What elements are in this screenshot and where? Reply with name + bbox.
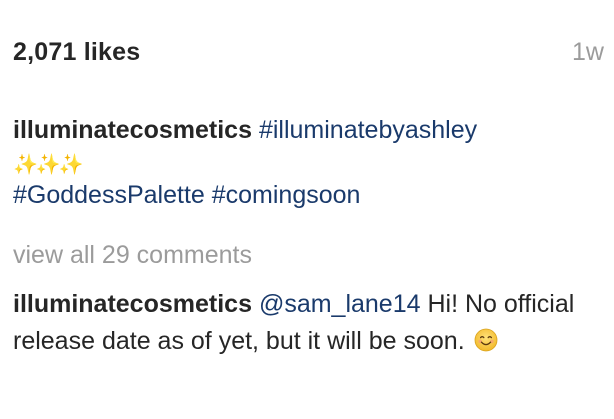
sparkles-emoji: ✨✨✨ [13, 154, 84, 176]
comment-username[interactable]: illuminatecosmetics [13, 290, 252, 318]
likes-row: 2,071 likes 1w [13, 30, 604, 74]
hashtag-illuminatebyashley[interactable]: #illuminatebyashley [259, 116, 477, 144]
post-timestamp[interactable]: 1w [572, 30, 604, 74]
comment-item: illuminatecosmetics @sam_lane14 Hi! No o… [13, 286, 594, 360]
likes-count[interactable]: 2,071 likes [13, 30, 140, 74]
comment-mention[interactable]: @sam_lane14 [259, 290, 421, 318]
hashtag-comingsoon[interactable]: #comingsoon [212, 181, 361, 209]
post-meta: 2,071 likes 1w illuminatecosmetics #illu… [13, 0, 604, 419]
caption-username[interactable]: illuminatecosmetics [13, 116, 252, 144]
post-caption: illuminatecosmetics #illuminatebyashley … [13, 112, 604, 214]
view-all-comments-link[interactable]: view all 29 comments [13, 235, 252, 275]
hashtag-goddesspalette[interactable]: #GoddessPalette [13, 181, 205, 209]
smiling-face-icon [474, 326, 498, 352]
